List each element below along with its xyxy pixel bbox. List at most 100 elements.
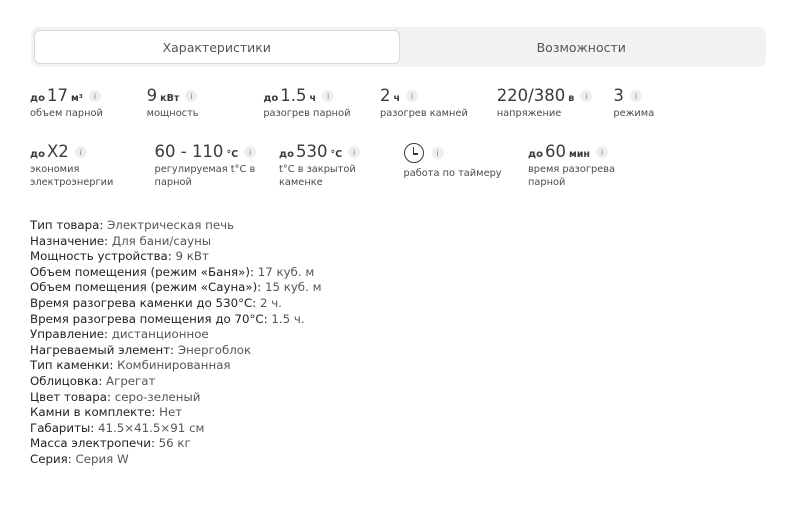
feature-label: время разогрева парной: [528, 164, 616, 188]
feature-label: напряжение: [496, 108, 562, 119]
spec-row: Габариты: 41.5×41.5×91 см: [30, 421, 321, 437]
feature-value: 220/380: [496, 86, 566, 105]
feature-prefix: до: [30, 93, 45, 104]
spec-key: Тип товара:: [30, 218, 104, 232]
spec-key: Нагреваемый элемент:: [30, 342, 175, 357]
spec-value: дистанционное: [111, 327, 209, 342]
info-icon[interactable]: i: [322, 90, 335, 102]
feature-unit: в: [568, 93, 575, 104]
feature-label: режима: [613, 108, 655, 119]
spec-row: Нагреваемый элемент: Энергоблок: [30, 343, 321, 359]
feature-label: t°C в закрытой каменке: [279, 164, 356, 188]
spec-value: Нет: [159, 405, 183, 420]
spec-value: 56 кг: [158, 436, 191, 451]
spec-value: 17 куб. м: [257, 264, 315, 279]
spec-key: Мощность устройства:: [30, 249, 172, 264]
feature-label: объем парной: [30, 108, 103, 119]
feature-unit: ч: [309, 93, 317, 104]
spec-key: Цвет товара:: [30, 389, 111, 404]
spec-row: Тип товара: Электрическая печь: [30, 218, 321, 234]
feature-row: до 17 м³ i объем парной 9 кВт i мощность…: [30, 86, 730, 140]
feature-value: 60: [544, 142, 566, 161]
feature-label: разогрев парной: [263, 108, 351, 119]
feature-label: регулируемая t°C в парной: [154, 164, 256, 188]
spec-row: Облицовка: Агрегат: [30, 374, 321, 390]
info-icon[interactable]: i: [580, 90, 593, 102]
spec-row: Мощность устройства: 9 кВт: [30, 249, 321, 265]
tab-bar: Характеристики Возможности: [31, 27, 766, 67]
spec-value: Для бани/сауны: [111, 233, 212, 248]
spec-row: Время разогрева каменки до 530°C: 2 ч.: [30, 296, 321, 312]
feature-unit: м³: [70, 93, 83, 104]
spec-key: Назначение:: [30, 233, 109, 248]
feature-grid: до 17 м³ i объем парной 9 кВт i мощность…: [30, 86, 730, 196]
info-icon[interactable]: i: [88, 90, 101, 102]
tab-capabilities[interactable]: Возможности: [400, 30, 764, 64]
feature-value: 9: [146, 86, 158, 105]
feature-prefix: до: [263, 93, 279, 104]
feature-modes: 3 i режима: [613, 86, 730, 140]
feature-steam-heatup: до 1.5 ч i разогрев парной: [263, 86, 380, 140]
feature-value: 17: [46, 86, 68, 105]
feature-unit: мин: [568, 149, 590, 160]
spec-value: 9 кВт: [175, 249, 209, 264]
info-icon[interactable]: i: [244, 146, 257, 158]
info-icon[interactable]: i: [185, 90, 198, 102]
feature-unit: °C: [330, 149, 343, 160]
spec-value: 41.5×41.5×91 см: [98, 420, 205, 435]
spec-key: Камни в комплекте:: [30, 405, 156, 420]
spec-value: Электрическая печь: [107, 218, 235, 232]
feature-prefix: до: [528, 149, 543, 160]
spec-key: Объем помещения (режим «Сауна»):: [30, 280, 262, 295]
info-icon[interactable]: i: [629, 90, 642, 102]
spec-row: Тип каменки: Комбинированная: [30, 358, 321, 374]
spec-row: Назначение: Для бани/сауны: [30, 234, 321, 250]
info-icon[interactable]: i: [348, 146, 361, 158]
spec-row: Камни в комплекте: Нет: [30, 405, 321, 421]
spec-value: Энергоблок: [177, 342, 252, 357]
feature-label: работа по таймеру: [403, 168, 502, 179]
spec-row: Объем помещения (режим «Баня»): 17 куб. …: [30, 265, 321, 281]
spec-row: Масса электропечи: 56 кг: [30, 436, 321, 452]
spec-value: 1.5 ч.: [271, 311, 305, 326]
info-icon[interactable]: i: [431, 147, 444, 159]
feature-value: 3: [613, 86, 624, 105]
spec-key: Управление:: [30, 327, 108, 342]
feature-value: 530: [295, 142, 328, 161]
spec-list: Тип товара: Электрическая печь Назначени…: [30, 218, 321, 468]
spec-key: Тип каменки:: [30, 358, 114, 373]
feature-heatup-time: до 60 мин i время разогрева парной: [528, 142, 653, 196]
spec-row: Объем помещения (режим «Сауна»): 15 куб.…: [30, 280, 321, 296]
feature-unit: кВт: [160, 93, 180, 104]
feature-temp-range: 60 - 110 °C i регулируемая t°C в парной: [155, 142, 280, 196]
spec-row: Время разогрева помещения до 70°C: 1.5 ч…: [30, 312, 321, 328]
feature-timer: i работа по таймеру: [403, 142, 529, 196]
feature-value: X2: [46, 142, 69, 161]
feature-prefix: до: [279, 149, 294, 160]
feature-value: 1.5: [280, 86, 307, 105]
feature-row: до X2 i экономия электроэнергии 60 - 110…: [30, 142, 730, 196]
feature-label: мощность: [146, 108, 199, 119]
spec-key: Габариты:: [30, 420, 95, 435]
info-icon[interactable]: i: [595, 146, 608, 158]
feature-prefix: до: [30, 149, 45, 160]
spec-value: 2 ч.: [259, 295, 282, 310]
spec-value: 15 куб. м: [264, 280, 322, 295]
spec-value: Серия W: [75, 451, 129, 466]
spec-row: Управление: дистанционное: [30, 327, 321, 343]
spec-row: Серия: Серия W: [30, 452, 321, 468]
feature-steam-volume: до 17 м³ i объем парной: [30, 86, 147, 140]
spec-key: Время разогрева каменки до 530°C:: [30, 295, 257, 310]
spec-key: Объем помещения (режим «Баня»):: [30, 264, 254, 279]
feature-unit: ч: [393, 93, 401, 104]
tab-characteristics[interactable]: Характеристики: [34, 30, 400, 64]
feature-label: экономия электроэнергии: [30, 164, 114, 188]
feature-value: 2: [380, 86, 391, 105]
feature-power: 9 кВт i мощность: [147, 86, 264, 140]
feature-stones-heatup: 2 ч i разогрев камней: [380, 86, 497, 140]
feature-label: разогрев камней: [380, 108, 468, 119]
info-icon[interactable]: i: [74, 146, 87, 158]
spec-key: Масса электропечи:: [30, 436, 155, 451]
spec-key: Время разогрева помещения до 70°C:: [30, 311, 268, 326]
info-icon[interactable]: i: [406, 90, 419, 102]
